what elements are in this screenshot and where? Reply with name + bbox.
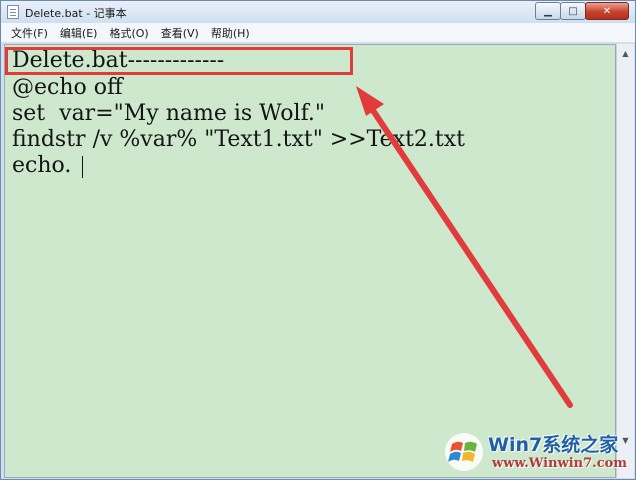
- scroll-down-icon[interactable]: ▼: [619, 432, 632, 448]
- code-line-2: @echo off: [12, 75, 123, 100]
- window-controls: ▁ □ ✕: [535, 2, 629, 20]
- menu-bar: 文件(F) 编辑(E) 格式(O) 查看(V) 帮助(H): [1, 23, 635, 43]
- close-icon: ✕: [602, 5, 612, 17]
- code-line-4: findstr /v %var% "Text1.txt" >>Text2.txt: [12, 127, 465, 152]
- maximize-icon: □: [568, 5, 578, 17]
- minimize-icon: ▁: [544, 5, 552, 17]
- code-line-3: set var="My name is Wolf.": [12, 101, 326, 126]
- title-bar[interactable]: Delete.bat - 记事本 ▁ □ ✕: [1, 1, 635, 23]
- minimize-button[interactable]: ▁: [535, 2, 561, 20]
- menu-format[interactable]: 格式(O): [103, 25, 154, 41]
- menu-file[interactable]: 文件(F): [5, 25, 54, 41]
- menu-edit[interactable]: 编辑(E): [54, 25, 104, 41]
- maximize-button[interactable]: □: [560, 2, 586, 20]
- close-button[interactable]: ✕: [585, 2, 629, 20]
- highlight-box: [5, 47, 353, 75]
- notepad-icon: [7, 5, 19, 19]
- menu-help[interactable]: 帮助(H): [205, 25, 256, 41]
- text-caret: [82, 156, 83, 178]
- menu-view[interactable]: 查看(V): [155, 25, 205, 41]
- code-line-5: echo.: [12, 153, 72, 178]
- scroll-up-icon[interactable]: ▲: [619, 45, 632, 61]
- notepad-window: Delete.bat - 记事本 ▁ □ ✕ 文件(F) 编辑(E) 格式(O)…: [0, 0, 636, 480]
- window-title: Delete.bat - 记事本: [25, 7, 127, 20]
- text-editor-area[interactable]: Delete.bat------------- @echo off set va…: [4, 44, 616, 478]
- vertical-scrollbar[interactable]: ▲ ▼: [616, 44, 634, 478]
